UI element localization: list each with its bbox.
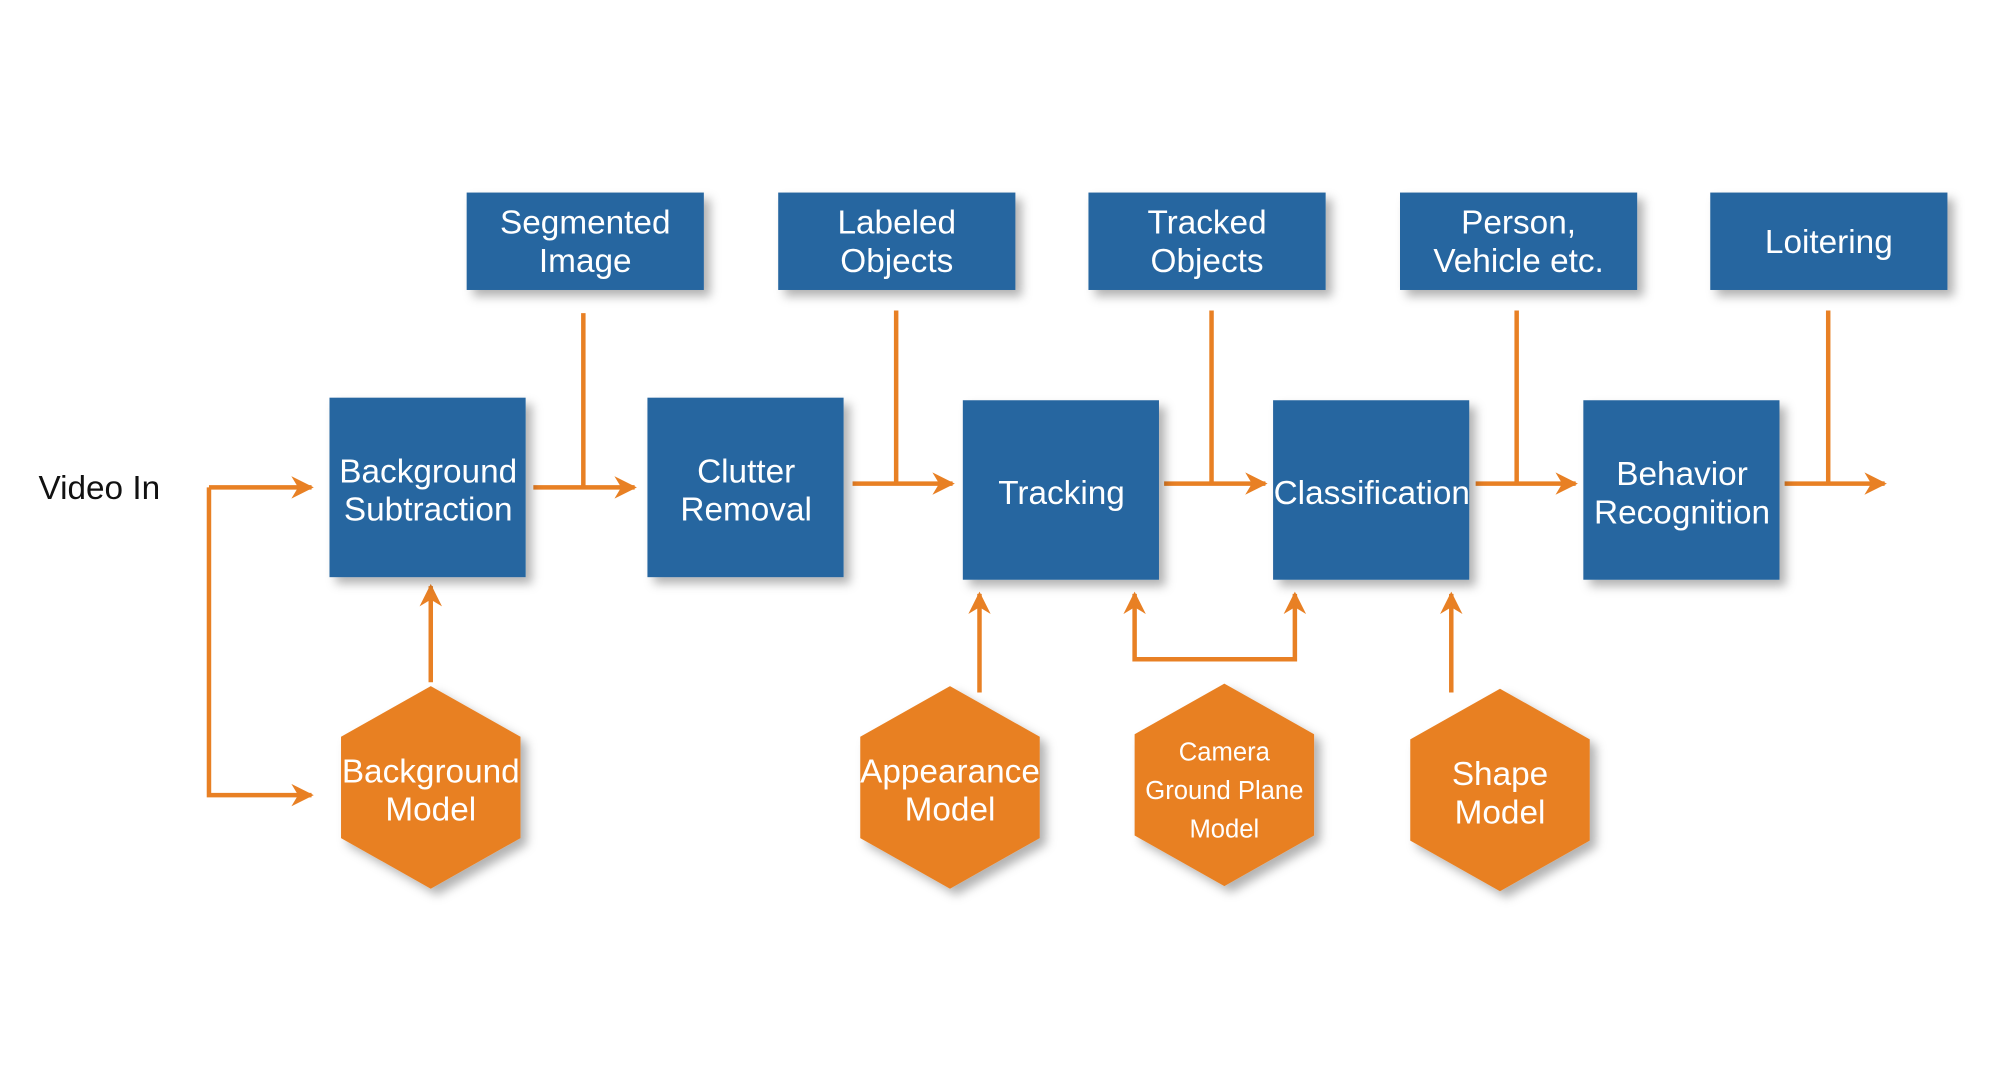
output-box: TrackedObjects bbox=[1088, 192, 1326, 290]
model-hexagon: ShapeModel bbox=[1410, 688, 1590, 892]
process-box-text: Background bbox=[339, 453, 517, 490]
output-box: Loitering bbox=[1710, 192, 1948, 290]
arrow bbox=[206, 487, 314, 807]
model-hexagon-text: Model bbox=[1455, 794, 1546, 831]
output-box-text: Vehicle etc. bbox=[1433, 243, 1603, 280]
model-hexagon-text: Shape bbox=[1452, 756, 1548, 793]
output-box-text: Tracked bbox=[1147, 205, 1266, 242]
model-hexagon-text: Model bbox=[385, 792, 476, 829]
output-box-text: Image bbox=[539, 243, 632, 280]
process-box: Classification bbox=[1273, 400, 1470, 580]
model-hexagon-text: Camera bbox=[1179, 738, 1271, 766]
process-box: BehaviorRecognition bbox=[1583, 400, 1780, 580]
process-box: Tracking bbox=[962, 400, 1159, 580]
output-box-text: Objects bbox=[1151, 243, 1264, 280]
output-box: Person,Vehicle etc. bbox=[1400, 192, 1638, 290]
output-box-text: Loitering bbox=[1765, 224, 1893, 261]
output-box: SegmentedImage bbox=[466, 192, 704, 290]
output-box-text: Person, bbox=[1461, 205, 1576, 242]
video-analytics-pipeline-diagram: Video In SegmentedImageLabeledObjectsTra… bbox=[38, 192, 1948, 892]
model-hexagon-text: Background bbox=[342, 753, 520, 790]
process-box: ClutterRemoval bbox=[647, 397, 844, 578]
model-hexagon: Camera Ground Plane Model bbox=[1134, 683, 1315, 887]
process-box-text: Removal bbox=[680, 492, 812, 529]
output-box-text: Segmented bbox=[500, 205, 670, 242]
process-box-text: Recognition bbox=[1594, 494, 1770, 531]
arrow bbox=[1123, 591, 1307, 662]
model-hexagon-text: Model bbox=[905, 792, 996, 829]
output-box: LabeledObjects bbox=[778, 192, 1016, 290]
process-box-text: Behavior bbox=[1616, 456, 1748, 493]
model-hexagon-text: Ground Plane bbox=[1145, 777, 1303, 805]
model-hexagon: BackgroundModel bbox=[341, 686, 521, 889]
model-hexagon-text: Appearance bbox=[860, 753, 1040, 790]
process-box: BackgroundSubtraction bbox=[329, 397, 526, 578]
model-hexagon-text: Model bbox=[1189, 815, 1259, 843]
video-in-label: Video In bbox=[38, 470, 160, 507]
process-box-text: Subtraction bbox=[344, 492, 513, 529]
model-hexagon: AppearanceModel bbox=[860, 686, 1040, 889]
process-box-text: Clutter bbox=[697, 453, 795, 490]
process-box-text: Classification bbox=[1274, 475, 1470, 512]
process-box-text: Tracking bbox=[998, 475, 1125, 512]
output-box-text: Labeled bbox=[837, 205, 956, 242]
output-box-text: Objects bbox=[840, 243, 953, 280]
